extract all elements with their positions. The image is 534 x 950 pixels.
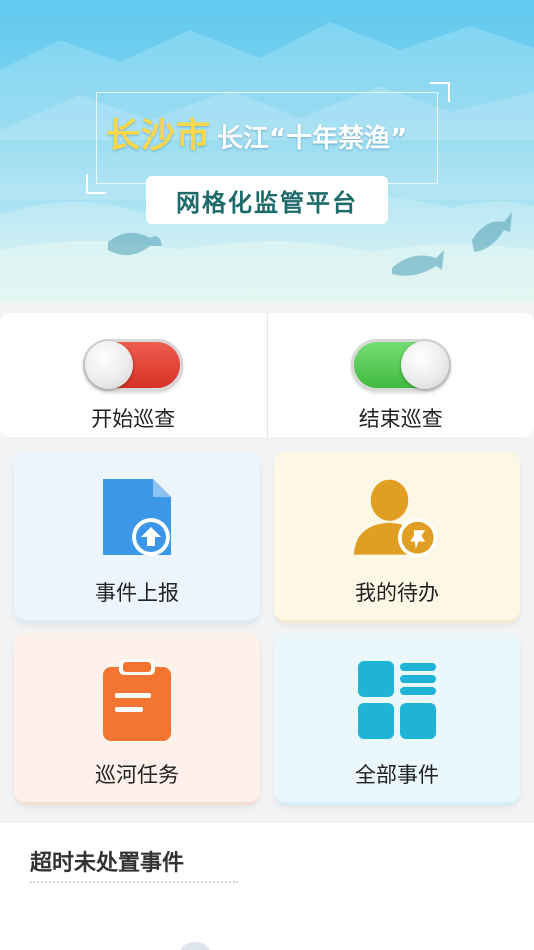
start-patrol-button[interactable]: 开始巡查 bbox=[0, 313, 267, 437]
my-todo-label: 我的待办 bbox=[355, 581, 439, 605]
toggle-knob bbox=[400, 341, 449, 389]
grid-list-icon bbox=[352, 655, 442, 745]
all-events-tile[interactable]: 全部事件 bbox=[274, 633, 520, 805]
start-patrol-toggle[interactable] bbox=[83, 339, 184, 391]
overdue-events-section: 超时未处置事件 bbox=[0, 823, 534, 950]
report-event-tile[interactable]: 事件上报 bbox=[14, 451, 260, 623]
frame-corner bbox=[86, 174, 106, 194]
patrol-control-card: 开始巡查 结束巡查 bbox=[0, 313, 534, 437]
list-item-placeholder bbox=[178, 942, 212, 950]
city-name: 长沙市 bbox=[106, 116, 211, 156]
end-patrol-label: 结束巡查 bbox=[358, 407, 443, 431]
banner-slogan: 长江“十年禁渔” bbox=[217, 124, 408, 154]
upload-document-icon bbox=[92, 473, 182, 563]
river-patrol-task-tile[interactable]: 巡河任务 bbox=[14, 633, 260, 805]
all-events-label: 全部事件 bbox=[355, 763, 439, 787]
user-pin-icon bbox=[352, 473, 442, 563]
toggle-knob bbox=[85, 341, 134, 389]
banner-title: 长沙市 长江“十年禁渔” bbox=[106, 108, 407, 157]
header-banner: 长沙市 长江“十年禁渔” 网格化监管平台 bbox=[0, 0, 534, 302]
my-todo-tile[interactable]: 我的待办 bbox=[274, 451, 520, 623]
report-event-label: 事件上报 bbox=[95, 581, 179, 605]
clipboard-icon bbox=[92, 655, 182, 745]
start-patrol-label: 开始巡查 bbox=[91, 407, 176, 431]
end-patrol-button[interactable]: 结束巡查 bbox=[266, 313, 534, 437]
frame-corner bbox=[430, 82, 450, 102]
section-divider bbox=[30, 881, 238, 883]
river-patrol-task-label: 巡河任务 bbox=[95, 763, 179, 787]
banner-subtitle: 网格化监管平台 bbox=[176, 188, 358, 217]
subtitle-box: 网格化监管平台 bbox=[146, 176, 388, 224]
overdue-events-title: 超时未处置事件 bbox=[30, 851, 185, 876]
end-patrol-toggle[interactable] bbox=[350, 339, 451, 391]
